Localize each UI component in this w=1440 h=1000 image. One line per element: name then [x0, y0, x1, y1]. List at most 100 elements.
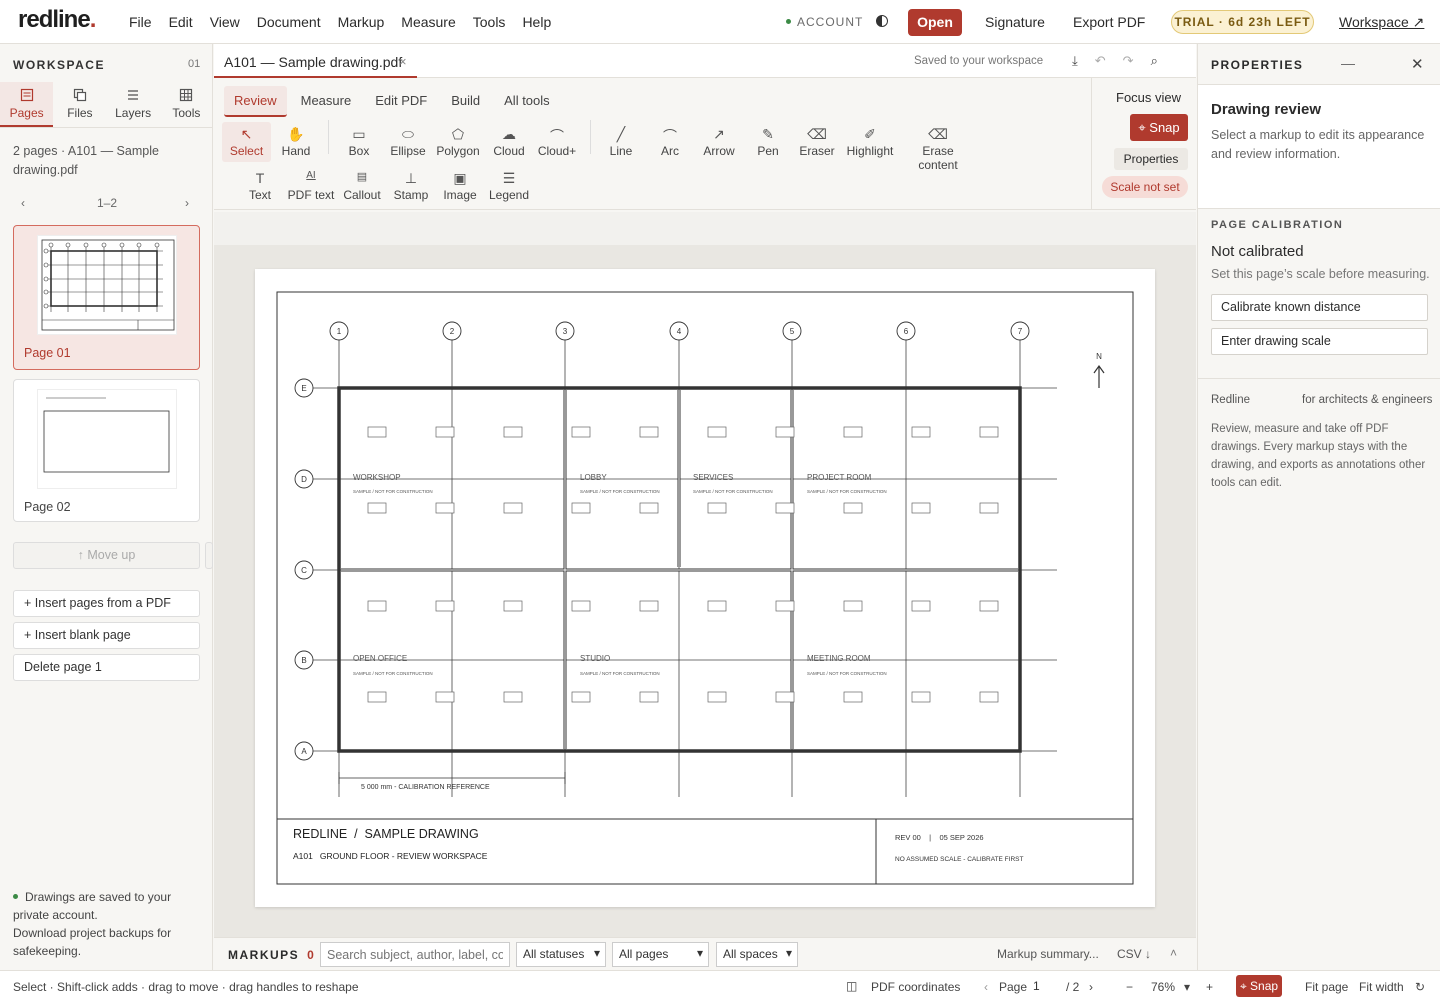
tool-ellipse[interactable]: ⬭ Ellipse [383, 126, 433, 158]
export-pdf-button[interactable]: Export PDF [1073, 14, 1145, 30]
tool-cloud[interactable]: ☁ Cloud [484, 126, 534, 158]
menu-tools[interactable]: Tools [473, 14, 506, 30]
panel-toggle-icon[interactable]: ◫ [846, 979, 857, 993]
markup-summary-button[interactable]: Markup summary... [997, 947, 1099, 961]
calibrate-known-distance-button[interactable]: Calibrate known distance [1211, 294, 1428, 321]
close-tab-icon[interactable]: × [399, 54, 407, 69]
tool-stamp[interactable]: ⊥ Stamp [386, 170, 436, 202]
zoom-out-icon[interactable]: − [1126, 980, 1133, 994]
collapse-markups-button[interactable]: ˄ [1170, 946, 1177, 960]
drawing-review-title: Drawing review [1211, 101, 1322, 118]
light-fixture [911, 502, 931, 514]
pager-next-button[interactable]: › [185, 196, 189, 210]
tool-erase-content[interactable]: ⌫ Erase content [902, 126, 974, 172]
scale-status-badge[interactable]: Scale not set [1102, 176, 1188, 198]
tool-pen[interactable]: ✎ Pen [743, 126, 793, 158]
drawing-review-section: Drawing review Select a markup to edit i… [1198, 84, 1440, 209]
tool-box[interactable]: ▭ Box [334, 126, 384, 158]
workspace-link[interactable]: Workspace ↗ [1339, 14, 1424, 31]
enter-drawing-scale-button[interactable]: Enter drawing scale [1211, 328, 1428, 355]
tool-pdf-text[interactable]: AI PDF text [286, 170, 336, 202]
page-filter-select[interactable]: All pages [612, 942, 709, 967]
open-button[interactable]: Open [908, 9, 962, 36]
floor-plan[interactable]: 1 2 3 4 5 6 7 E D C B A WORKSHOP SAMPLE / NOT FOR C… [255, 269, 1155, 907]
tool-arc[interactable]: ⌒ Arc [645, 126, 695, 158]
zoom-in-icon[interactable]: + [1206, 980, 1213, 994]
logo-dot: . [89, 6, 97, 33]
page-thumbnail-image-1 [37, 235, 177, 335]
close-icon[interactable]: ✕ [1411, 55, 1424, 73]
status-snap-button[interactable]: ⌖ Snap [1236, 975, 1282, 997]
undo-icon[interactable]: ↶ [1095, 53, 1106, 69]
zoom-dropdown-icon[interactable]: ▾ [1184, 980, 1190, 994]
move-up-button[interactable]: ↑ Move up [13, 542, 200, 569]
theme-toggle-icon[interactable] [876, 15, 888, 27]
tool-hand[interactable]: ✋ Hand [271, 126, 321, 158]
tool-cloud-plus[interactable]: ⌒ Cloud+ [532, 126, 582, 158]
trial-badge[interactable]: TRIAL · 6d 23h LEFT [1171, 10, 1314, 34]
delete-page-button[interactable]: Delete page 1 [13, 654, 200, 681]
tab-all-tools[interactable]: All tools [494, 86, 560, 117]
snap-button[interactable]: ⌖ Snap [1130, 114, 1188, 141]
next-page-icon[interactable]: › [1089, 980, 1093, 994]
focus-view-button[interactable]: Focus view [1116, 90, 1181, 105]
fit-width-button[interactable]: Fit width [1359, 980, 1404, 994]
tab-measure[interactable]: Measure [291, 86, 362, 117]
tool-select[interactable]: ↖ Select [222, 122, 271, 162]
pdf-coordinates-toggle[interactable]: PDF coordinates [871, 980, 960, 994]
tool-highlight[interactable]: ✐ Highlight [842, 126, 898, 158]
tool-text[interactable]: T Text [235, 170, 285, 202]
status-filter-select[interactable]: All statuses [516, 942, 606, 967]
rotate-icon[interactable]: ↻ [1415, 980, 1425, 994]
insert-blank-page-button[interactable]: + Insert blank page [13, 622, 200, 649]
menu-document[interactable]: Document [257, 14, 321, 30]
account-button[interactable]: ACCOUNT [786, 15, 863, 29]
prev-page-icon[interactable]: ‹ [984, 980, 988, 994]
insert-pages-pdf-button[interactable]: + Insert pages from a PDF [13, 590, 200, 617]
fit-page-button[interactable]: Fit page [1305, 980, 1348, 994]
tool-image[interactable]: ▣ Image [435, 170, 485, 202]
tab-pages[interactable]: Pages [0, 82, 54, 127]
space-filter-select[interactable]: All spaces [716, 942, 798, 967]
calibration-title: PAGE CALIBRATION [1211, 219, 1344, 231]
menu-file[interactable]: File [129, 14, 152, 30]
tab-build[interactable]: Build [441, 86, 490, 117]
signature-button[interactable]: Signature [985, 14, 1045, 30]
drawing-canvas[interactable]: 1 2 3 4 5 6 7 E D C B A WORKSHOP SAMPLE / NOT FOR C… [214, 212, 1196, 937]
csv-export-button[interactable]: CSV ↓ [1117, 947, 1151, 961]
properties-button[interactable]: Properties [1114, 148, 1188, 170]
menu-markup[interactable]: Markup [338, 14, 385, 30]
markup-search-input[interactable] [320, 942, 510, 967]
menu-measure[interactable]: Measure [401, 14, 455, 30]
tool-arrow[interactable]: ↗ Arrow [694, 126, 744, 158]
redo-icon[interactable]: ↷ [1123, 53, 1134, 69]
minimize-icon[interactable]: — [1341, 55, 1355, 71]
tab-layers[interactable]: Layers [107, 82, 160, 127]
tab-tools[interactable]: Tools [160, 82, 213, 127]
light-fixture [911, 691, 931, 703]
menu-help[interactable]: Help [522, 14, 551, 30]
document-tab[interactable]: A101 — Sample drawing.pdf × [214, 44, 417, 78]
tool-eraser[interactable]: ⌫ Eraser [792, 126, 842, 158]
menu-edit[interactable]: Edit [169, 14, 193, 30]
search-icon[interactable]: ⌕ [1151, 53, 1158, 69]
page-thumbnail-1[interactable]: Page 01 [13, 225, 200, 370]
tool-polygon[interactable]: ⬠ Polygon [433, 126, 483, 158]
tool-callout[interactable]: ▤ Callout [337, 170, 387, 202]
grid-label-column: 6 [904, 327, 909, 336]
drawing-sheet[interactable]: 1 2 3 4 5 6 7 E D C B A WORKSHOP SAMPLE / NOT FOR C… [255, 269, 1155, 907]
pager-prev-button[interactable]: ‹ [21, 196, 25, 210]
zoom-level[interactable]: 76% [1151, 980, 1175, 994]
menu-view[interactable]: View [210, 14, 240, 30]
tab-review[interactable]: Review [224, 86, 287, 117]
backup-note[interactable]: Download project backups for safekeeping… [13, 924, 203, 960]
tool-legend[interactable]: ☰ Legend [484, 170, 534, 202]
move-down-button[interactable] [205, 542, 213, 569]
tab-edit-pdf[interactable]: Edit PDF [365, 86, 437, 117]
tool-line[interactable]: ╱ Line [596, 126, 646, 158]
app-logo[interactable]: redline. [18, 6, 97, 34]
download-icon[interactable]: ⤓ [1072, 53, 1078, 69]
page-thumbnail-2[interactable]: Page 02 [13, 379, 200, 522]
page-number-input[interactable]: 1 [1033, 976, 1059, 996]
tab-files[interactable]: Files [53, 82, 106, 127]
